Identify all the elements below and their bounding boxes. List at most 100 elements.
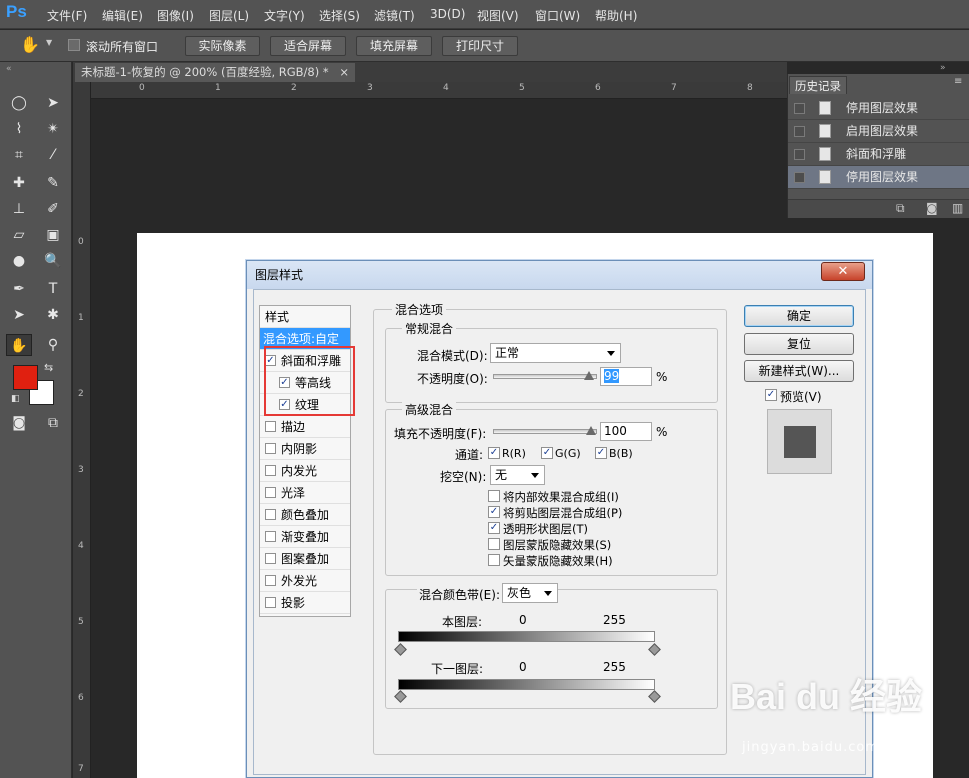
style-item-drop-shadow[interactable]: 投影 bbox=[260, 592, 350, 614]
style-item-inner-glow[interactable]: 内发光 bbox=[260, 460, 350, 482]
swap-colors-icon[interactable]: ⇆ bbox=[44, 361, 53, 374]
hand-tool-selected-icon[interactable]: ✋ bbox=[6, 334, 32, 356]
history-item[interactable]: 启用图层效果 bbox=[788, 120, 969, 143]
adv-option-checkbox[interactable] bbox=[488, 554, 500, 566]
hand-tool-icon[interactable]: ✋ bbox=[20, 35, 40, 54]
menu-layer[interactable]: 图层(L) bbox=[209, 7, 249, 24]
fill-opacity-input[interactable]: 100 bbox=[600, 422, 652, 441]
menu-edit[interactable]: 编辑(E) bbox=[102, 7, 143, 24]
channel-g-checkbox[interactable]: ✓ bbox=[541, 447, 553, 459]
blend-mode-select[interactable]: 正常 bbox=[490, 343, 621, 363]
preview-checkbox[interactable]: ✓ bbox=[765, 389, 777, 401]
style-item-gradient-overlay[interactable]: 渐变叠加 bbox=[260, 526, 350, 548]
history-snapshot-checkbox[interactable] bbox=[794, 126, 805, 137]
document-tab[interactable]: 未标题-1-恢复的 @ 200% (百度经验, RGB/8) * × bbox=[75, 63, 355, 82]
history-brush-tool-icon[interactable]: ✐ bbox=[40, 198, 66, 220]
actual-pixels-button[interactable]: 实际像素 bbox=[185, 36, 260, 56]
dodge-tool-icon[interactable]: 🔍 bbox=[40, 250, 66, 272]
history-snapshot-checkbox[interactable] bbox=[794, 149, 805, 160]
screen-mode-icon[interactable]: ⧉ bbox=[40, 412, 66, 434]
style-item-inner-shadow[interactable]: 内阴影 bbox=[260, 438, 350, 460]
opacity-slider[interactable] bbox=[493, 374, 597, 379]
adv-option-checkbox[interactable]: ✓ bbox=[488, 522, 500, 534]
fill-screen-button[interactable]: 填充屏幕 bbox=[356, 36, 432, 56]
brush-tool-icon[interactable]: ✎ bbox=[40, 172, 66, 194]
style-checkbox[interactable] bbox=[265, 465, 276, 476]
style-checkbox[interactable] bbox=[265, 531, 276, 542]
style-checkbox[interactable] bbox=[265, 443, 276, 454]
blur-tool-icon[interactable]: ● bbox=[6, 250, 32, 272]
opacity-input[interactable]: 99 bbox=[600, 367, 652, 386]
type-tool-icon[interactable]: T bbox=[40, 278, 66, 300]
style-item-satin[interactable]: 光泽 bbox=[260, 482, 350, 504]
lasso-tool-icon[interactable]: ⌇ bbox=[6, 118, 32, 140]
history-item-selected[interactable]: 停用图层效果 bbox=[788, 166, 969, 189]
menu-filter[interactable]: 滤镜(T) bbox=[374, 7, 415, 24]
style-item-color-overlay[interactable]: 颜色叠加 bbox=[260, 504, 350, 526]
fill-opacity-slider-thumb[interactable] bbox=[586, 426, 596, 435]
fit-screen-button[interactable]: 适合屏幕 bbox=[270, 36, 346, 56]
history-tab[interactable]: 历史记录 bbox=[789, 76, 847, 94]
magic-wand-tool-icon[interactable]: ✴ bbox=[40, 118, 66, 140]
menu-select[interactable]: 选择(S) bbox=[319, 7, 360, 24]
blend-if-select[interactable]: 灰色 bbox=[502, 583, 558, 603]
healing-brush-tool-icon[interactable]: ✚ bbox=[6, 172, 32, 194]
styles-header[interactable]: 样式 bbox=[260, 306, 350, 328]
new-document-from-state-icon[interactable]: ⧉ bbox=[896, 201, 905, 216]
channel-r-checkbox[interactable]: ✓ bbox=[488, 447, 500, 459]
move-tool-icon[interactable]: ➤ bbox=[40, 92, 66, 114]
menu-window[interactable]: 窗口(W) bbox=[535, 7, 580, 24]
default-colors-icon[interactable]: ◧ bbox=[11, 394, 20, 404]
gradient-tool-icon[interactable]: ▣ bbox=[40, 224, 66, 246]
scroll-all-checkbox[interactable] bbox=[68, 39, 80, 54]
style-checkbox[interactable] bbox=[265, 487, 276, 498]
opacity-slider-thumb[interactable] bbox=[584, 371, 594, 380]
menu-view[interactable]: 视图(V) bbox=[477, 7, 519, 24]
custom-shape-tool-icon[interactable]: ✱ bbox=[40, 304, 66, 326]
menu-3d[interactable]: 3D(D) bbox=[430, 7, 465, 21]
fill-opacity-slider[interactable] bbox=[493, 429, 597, 434]
history-snapshot-checkbox[interactable] bbox=[794, 172, 805, 183]
adv-option-checkbox[interactable] bbox=[488, 490, 500, 502]
print-size-button[interactable]: 打印尺寸 bbox=[442, 36, 518, 56]
style-item-pattern-overlay[interactable]: 图案叠加 bbox=[260, 548, 350, 570]
style-checkbox[interactable] bbox=[265, 509, 276, 520]
adv-option-checkbox[interactable]: ✓ bbox=[488, 506, 500, 518]
panel-collapse-icon[interactable]: » bbox=[940, 63, 946, 73]
style-item-outer-glow[interactable]: 外发光 bbox=[260, 570, 350, 592]
camera-icon[interactable]: ◙ bbox=[926, 201, 938, 215]
path-selection-tool-icon[interactable]: ➤ bbox=[6, 304, 32, 326]
eyedropper-tool-icon[interactable]: ⁄ bbox=[40, 144, 66, 166]
collapse-icon[interactable]: « bbox=[6, 64, 12, 74]
pen-tool-icon[interactable]: ✒ bbox=[6, 278, 32, 300]
menu-file[interactable]: 文件(F) bbox=[47, 7, 87, 24]
channel-b-checkbox[interactable]: ✓ bbox=[595, 447, 607, 459]
style-checkbox[interactable] bbox=[265, 575, 276, 586]
adv-option-checkbox[interactable] bbox=[488, 538, 500, 550]
quick-mask-icon[interactable]: ◙ bbox=[6, 412, 32, 434]
clone-stamp-tool-icon[interactable]: ⊥ bbox=[6, 198, 32, 220]
style-item-stroke[interactable]: 描边 bbox=[260, 416, 350, 438]
tool-preset-arrow-icon[interactable]: ▼ bbox=[46, 38, 52, 47]
knockout-select[interactable]: 无 bbox=[490, 465, 545, 485]
history-item[interactable]: 停用图层效果 bbox=[788, 97, 969, 120]
zoom-tool-icon[interactable]: ⚲ bbox=[40, 334, 66, 356]
reset-button[interactable]: 复位 bbox=[744, 333, 854, 355]
menu-image[interactable]: 图像(I) bbox=[157, 7, 194, 24]
new-style-button[interactable]: 新建样式(W)... bbox=[744, 360, 854, 382]
style-checkbox[interactable] bbox=[265, 421, 276, 432]
crop-tool-icon[interactable]: ⌗ bbox=[6, 144, 32, 166]
style-checkbox[interactable] bbox=[265, 597, 276, 608]
close-tab-icon[interactable]: × bbox=[339, 63, 349, 82]
history-snapshot-checkbox[interactable] bbox=[794, 103, 805, 114]
style-checkbox[interactable] bbox=[265, 553, 276, 564]
foreground-color-swatch[interactable] bbox=[13, 365, 38, 390]
ok-button[interactable]: 确定 bbox=[744, 305, 854, 327]
marquee-tool-icon[interactable]: ◯ bbox=[6, 92, 32, 114]
dialog-close-button[interactable]: ✕ bbox=[821, 262, 865, 281]
panel-menu-icon[interactable]: ≡ bbox=[954, 76, 962, 87]
trash-icon[interactable]: ▥ bbox=[952, 201, 963, 215]
menu-help[interactable]: 帮助(H) bbox=[595, 7, 637, 24]
history-item[interactable]: 斜面和浮雕 bbox=[788, 143, 969, 166]
menu-type[interactable]: 文字(Y) bbox=[264, 7, 305, 24]
